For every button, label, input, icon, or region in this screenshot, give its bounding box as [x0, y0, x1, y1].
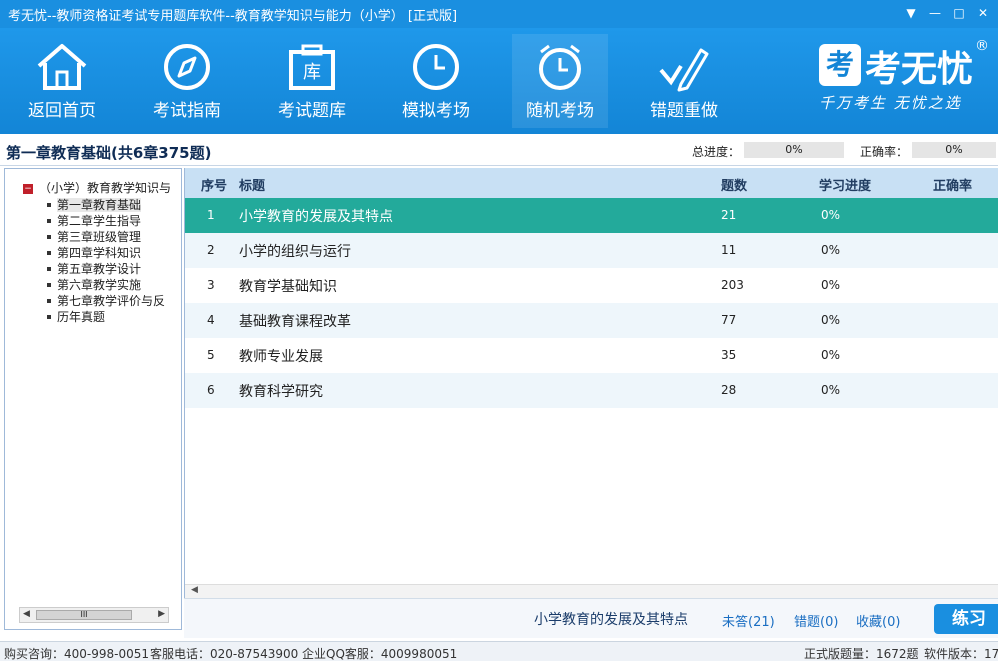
status-bar: 购买咨询：400-998-0051 客服电话：020-87543900 企业QQ… [0, 641, 998, 661]
bullet-icon [47, 314, 51, 319]
nav-random-exam-label: 随机考场 [526, 101, 594, 121]
chapter-tree-panel: − （小学）教育教学知识与 第一章教育基础 第二章学生指导 第三章班级管理 第四章… [4, 168, 182, 630]
menu-dropdown-button[interactable]: ▼ [902, 4, 920, 22]
bullet-icon [47, 250, 51, 255]
window-title: 考无忧--教师资格证考试专用题库软件--教育教学知识与能力（小学） [正式版] [8, 9, 458, 24]
nav-wrong-redo-button[interactable]: 错题重做 [636, 34, 732, 128]
question-bank-icon: 库 [289, 44, 335, 90]
tree-root-label: （小学）教育教学知识与 [39, 181, 172, 195]
table-horizontal-scrollbar[interactable]: ◀ [185, 584, 998, 598]
brand-logo: 考 考无忧 ® 千万考生 无忧之选 [815, 38, 995, 124]
logo-slogan: 千万考生 无忧之选 [819, 94, 962, 112]
tree-item-chapter-7[interactable]: 第七章教学评价与反 [45, 293, 165, 309]
minimize-button[interactable]: — [926, 4, 944, 22]
main-toolbar: 返回首页 考试指南 库 考试题库 模拟考场 随机考场 错题重做 考 考无忧 ® … [0, 28, 998, 134]
question-count: 正式版题量：1672题 [804, 647, 919, 661]
home-icon [37, 44, 87, 90]
maximize-button[interactable]: □ [950, 4, 968, 22]
tree-item-chapter-1[interactable]: 第一章教育基础 [45, 197, 165, 213]
purchase-hotline: 购买咨询：400-998-0051 [4, 647, 150, 661]
scroll-left-icon[interactable]: ◀ [191, 585, 198, 595]
table-header: 序号 标题 题数 学习进度 正确率 [185, 168, 998, 198]
current-section-label: 小学教育的发展及其特点 [534, 612, 688, 628]
pencil-check-icon [659, 48, 709, 92]
header-title: 标题 [239, 179, 266, 194]
chapter-title: 第一章教育基础(共6章375题) [6, 144, 212, 162]
favorites-link[interactable]: 收藏(0) [856, 611, 900, 630]
table-row[interactable]: 2 小学的组织与运行 11 0% [185, 233, 998, 268]
table-row[interactable]: 6 教育科学研究 28 0% [185, 373, 998, 408]
header-accuracy: 正确率 [933, 179, 973, 194]
header-progress: 学习进度 [819, 179, 872, 194]
bullet-icon [47, 282, 51, 287]
wrong-answers-link[interactable]: 错题(0) [794, 611, 838, 630]
logo-brand-text: 考无忧 [865, 49, 974, 90]
bullet-icon [47, 202, 51, 207]
total-progress-label: 总进度： [692, 145, 741, 159]
collapse-icon[interactable]: − [23, 183, 33, 194]
tree-item-past-exams[interactable]: 历年真题 [45, 309, 165, 325]
qq-service: 企业QQ客服：4009980051 [302, 647, 458, 661]
table-row[interactable]: 4 基础教育课程改革 77 0% [185, 303, 998, 338]
svg-text:库: 库 [303, 62, 321, 83]
accuracy-label: 正确率： [860, 145, 909, 159]
tree-item-chapter-2[interactable]: 第二章学生指导 [45, 213, 165, 229]
tree-horizontal-scrollbar[interactable]: ◀ III ▶ [19, 607, 169, 623]
title-bar: 考无忧--教师资格证考试专用题库软件--教育教学知识与能力（小学） [正式版] … [0, 0, 998, 28]
bullet-icon [47, 234, 51, 239]
tree-item-chapter-5[interactable]: 第五章教学设计 [45, 261, 165, 277]
nav-bank-button[interactable]: 库 考试题库 [264, 34, 360, 128]
alarm-clock-icon [539, 44, 581, 90]
chapter-list: 第一章教育基础 第二章学生指导 第三章班级管理 第四章学科知识 第五章教学设计 … [45, 197, 165, 325]
scroll-right-icon[interactable]: ▶ [158, 609, 165, 619]
nav-home-label: 返回首页 [28, 101, 96, 121]
window-controls: ▼ — □ ✕ [902, 4, 992, 22]
registered-mark: ® [975, 38, 989, 54]
logo-mark: 考 [819, 44, 861, 86]
nav-random-exam-button[interactable]: 随机考场 [512, 34, 608, 128]
header-count: 题数 [721, 179, 748, 194]
scroll-thumb[interactable]: III [36, 610, 132, 620]
header-index: 序号 [201, 179, 228, 194]
close-button[interactable]: ✕ [974, 4, 992, 22]
chapter-info-bar: 第一章教育基础(共6章375题) 总进度： 0% 正确率： 0% [0, 134, 998, 166]
scroll-left-icon[interactable]: ◀ [23, 609, 30, 619]
unanswered-link[interactable]: 未答(21) [722, 611, 775, 630]
accuracy-bar: 0% [912, 142, 996, 158]
nav-mock-exam-button[interactable]: 模拟考场 [388, 34, 484, 128]
tree-item-chapter-3[interactable]: 第三章班级管理 [45, 229, 165, 245]
software-version: 软件版本：17 [924, 647, 998, 661]
action-bar: 小学教育的发展及其特点 未答(21) 错题(0) 收藏(0) 练习 [184, 598, 998, 638]
nav-bank-label: 考试题库 [278, 101, 346, 121]
tree-item-chapter-6[interactable]: 第六章教学实施 [45, 277, 165, 293]
bullet-icon [47, 218, 51, 223]
table-row[interactable]: 3 教育学基础知识 203 0% [185, 268, 998, 303]
bullet-icon [47, 298, 51, 303]
table-row[interactable]: 1 小学教育的发展及其特点 21 0% [185, 198, 998, 233]
nav-guide-label: 考试指南 [153, 101, 221, 121]
nav-mock-exam-label: 模拟考场 [402, 101, 470, 121]
nav-wrong-redo-label: 错题重做 [650, 101, 718, 121]
bullet-icon [47, 266, 51, 271]
clock-icon [413, 44, 459, 90]
total-progress-bar: 0% [744, 142, 844, 158]
compass-icon [164, 44, 210, 90]
tree-item-chapter-4[interactable]: 第四章学科知识 [45, 245, 165, 261]
nav-home-button[interactable]: 返回首页 [14, 34, 110, 128]
table-row[interactable]: 5 教师专业发展 35 0% [185, 338, 998, 373]
section-table: 序号 标题 题数 学习进度 正确率 1 小学教育的发展及其特点 21 0% 2 … [184, 168, 998, 598]
practice-button[interactable]: 练习 [934, 604, 998, 634]
service-phone: 客服电话：020-87543900 [150, 647, 299, 661]
tree-root[interactable]: − （小学）教育教学知识与 [23, 179, 171, 196]
nav-guide-button[interactable]: 考试指南 [139, 34, 235, 128]
